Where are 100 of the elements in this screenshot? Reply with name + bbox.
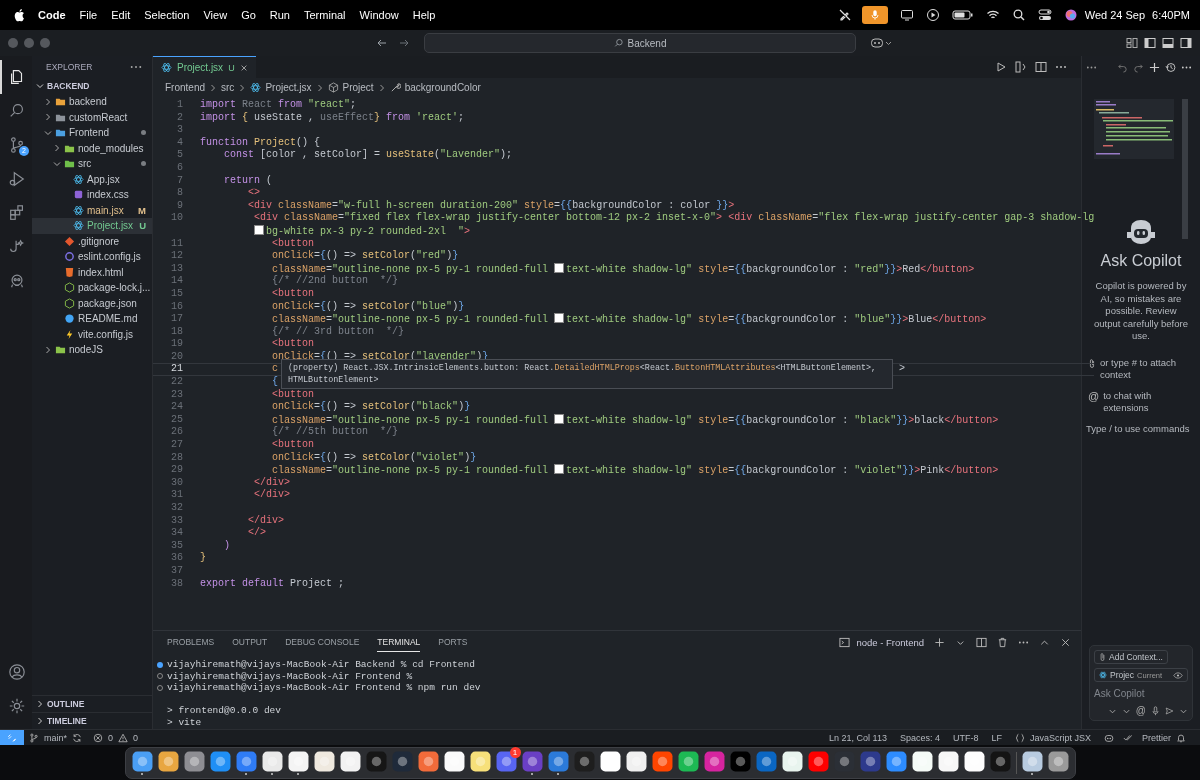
app-icon[interactable] bbox=[209, 750, 231, 772]
panel-tab[interactable]: PORTS bbox=[438, 633, 468, 651]
microphone-icon[interactable] bbox=[1151, 705, 1160, 716]
breadcrumb-item[interactable]: Project.jsx bbox=[265, 82, 312, 93]
forward-icon[interactable] bbox=[398, 37, 410, 49]
tree-item[interactable]: README.md bbox=[32, 311, 152, 327]
app-icon[interactable] bbox=[183, 750, 205, 772]
split-terminal-icon[interactable] bbox=[976, 636, 987, 648]
app-icon[interactable] bbox=[677, 750, 699, 772]
panel-tab[interactable]: TERMINAL bbox=[377, 632, 421, 652]
tree-item[interactable]: node_modules bbox=[32, 140, 152, 156]
branch-name[interactable]: main* bbox=[44, 732, 67, 743]
menu-item[interactable]: Selection bbox=[144, 9, 190, 21]
menu-item[interactable]: Terminal bbox=[304, 9, 346, 21]
app-icon[interactable] bbox=[339, 750, 361, 772]
app-icon[interactable] bbox=[911, 750, 933, 772]
app-icon[interactable] bbox=[781, 750, 803, 772]
app-icon[interactable] bbox=[651, 750, 673, 772]
warning-count[interactable]: 0 bbox=[133, 732, 139, 743]
app-icon[interactable] bbox=[599, 750, 621, 772]
app-icon[interactable] bbox=[625, 750, 647, 772]
menu-item[interactable]: Help bbox=[412, 9, 436, 21]
scrollbar[interactable] bbox=[1182, 99, 1189, 239]
tree-item[interactable]: src bbox=[32, 156, 152, 172]
command-center[interactable]: Backend bbox=[424, 33, 856, 53]
editor-tab[interactable]: Project.jsx U bbox=[153, 55, 256, 79]
breadcrumb-item[interactable]: Frontend bbox=[165, 82, 206, 93]
add-context-button[interactable]: Add Context... bbox=[1094, 650, 1168, 664]
app-icon[interactable] bbox=[469, 750, 491, 772]
tree-item[interactable]: customReact bbox=[32, 109, 152, 125]
search-icon[interactable] bbox=[1011, 8, 1026, 22]
tree-item[interactable]: eslint.config.js bbox=[32, 249, 152, 265]
time-text[interactable]: 6:40PM bbox=[1152, 9, 1190, 21]
tree-item[interactable]: index.html bbox=[32, 264, 152, 280]
tree-item[interactable]: main.jsx M bbox=[32, 202, 152, 218]
tree-item[interactable]: nodeJS bbox=[32, 342, 152, 358]
indentation[interactable]: Spaces: 4 bbox=[899, 732, 940, 743]
section-header[interactable]: OUTLINE bbox=[32, 695, 152, 712]
app-icon[interactable] bbox=[547, 750, 569, 772]
history-icon[interactable] bbox=[1165, 61, 1176, 73]
plus-icon[interactable] bbox=[1149, 61, 1160, 73]
tree-item[interactable]: App.jsx bbox=[32, 171, 152, 187]
mention-button[interactable]: @ bbox=[1135, 705, 1146, 716]
trash-icon[interactable] bbox=[997, 636, 1008, 648]
plus-icon[interactable] bbox=[934, 636, 945, 648]
microphone-button[interactable] bbox=[861, 6, 888, 24]
app-icon[interactable] bbox=[131, 750, 153, 772]
tree-item[interactable]: index.css bbox=[32, 187, 152, 203]
breadcrumb-item[interactable]: backgroundColor bbox=[404, 82, 481, 93]
close-icon[interactable] bbox=[239, 63, 248, 72]
chat-input-field[interactable]: Ask Copilot bbox=[1094, 686, 1190, 701]
split-editor-icon[interactable] bbox=[1035, 61, 1047, 73]
battery-icon[interactable] bbox=[951, 8, 974, 22]
close-icon[interactable] bbox=[1060, 636, 1071, 648]
tree-item[interactable]: package-lock.j... bbox=[32, 280, 152, 296]
sync-icon[interactable] bbox=[72, 732, 82, 743]
breadcrumb-item[interactable]: Project bbox=[342, 82, 374, 93]
menu-item[interactable]: Run bbox=[269, 9, 290, 21]
workspace-header[interactable]: BACKEND bbox=[32, 78, 152, 94]
app-icon[interactable] bbox=[287, 750, 309, 772]
tree-item[interactable]: Project.jsx U bbox=[32, 218, 152, 234]
tree-item[interactable]: Frontend bbox=[32, 125, 152, 141]
menu-item[interactable]: Edit bbox=[111, 9, 131, 21]
panel-tab[interactable]: PROBLEMS bbox=[167, 633, 215, 651]
app-icon[interactable] bbox=[443, 750, 465, 772]
app-icon[interactable] bbox=[417, 750, 439, 772]
app-icon[interactable] bbox=[937, 750, 959, 772]
minimap[interactable] bbox=[1094, 99, 1175, 159]
account-icon[interactable] bbox=[8, 663, 26, 681]
compare-icon[interactable] bbox=[1015, 61, 1027, 73]
menu-item[interactable]: Go bbox=[241, 9, 256, 21]
breadcrumb-item[interactable]: src bbox=[221, 82, 235, 93]
more-icon[interactable] bbox=[130, 65, 142, 69]
back-icon[interactable] bbox=[376, 37, 388, 49]
layout-icon[interactable] bbox=[1126, 37, 1138, 49]
run-icon[interactable] bbox=[995, 61, 1007, 73]
display-icon[interactable] bbox=[899, 8, 914, 22]
tree-item[interactable]: .gitignore bbox=[32, 233, 152, 249]
encoding[interactable]: UTF-8 bbox=[952, 732, 979, 743]
play-icon[interactable] bbox=[925, 8, 940, 22]
formatter[interactable]: Prettier bbox=[1142, 732, 1171, 743]
pen-slash-icon[interactable] bbox=[837, 8, 852, 22]
cursor-position[interactable]: Ln 21, Col 113 bbox=[829, 732, 887, 743]
bell-icon[interactable] bbox=[1176, 732, 1186, 743]
menu-item[interactable]: Window bbox=[359, 9, 399, 21]
copilot-status-icon[interactable] bbox=[1104, 732, 1114, 743]
app-icon[interactable] bbox=[261, 750, 283, 772]
menu-item[interactable]: View bbox=[203, 9, 228, 21]
app-name[interactable]: Code bbox=[38, 9, 66, 21]
app-icon[interactable] bbox=[963, 750, 985, 772]
assistant-icon[interactable] bbox=[1063, 8, 1078, 22]
tree-item[interactable]: backend bbox=[32, 94, 152, 110]
terminal-name[interactable]: node - Frontend bbox=[856, 636, 924, 648]
app-icon[interactable] bbox=[157, 750, 179, 772]
secondary-sidebar-icon[interactable] bbox=[1180, 37, 1192, 49]
control-center-icon[interactable] bbox=[1037, 8, 1052, 22]
send-icon[interactable] bbox=[1165, 705, 1174, 716]
date-text[interactable]: Wed 24 Sep bbox=[1084, 9, 1146, 21]
app-icon[interactable] bbox=[1047, 750, 1069, 772]
app-icon[interactable] bbox=[235, 750, 257, 772]
